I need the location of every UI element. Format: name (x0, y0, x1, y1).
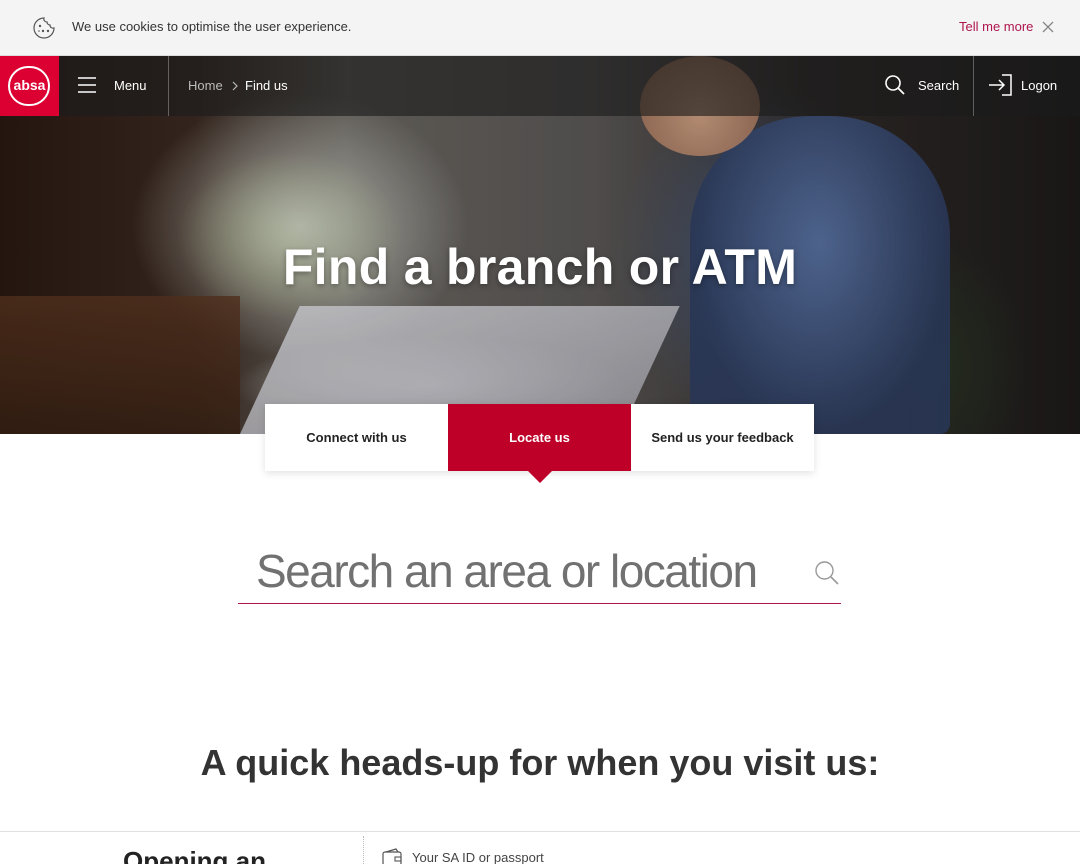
nav-divider (973, 56, 974, 116)
absa-logo[interactable]: absa (0, 56, 59, 116)
tab-label: Connect with us (306, 430, 407, 445)
top-navigation: absa Menu Home Find us Search Logon (0, 56, 1080, 116)
cookie-message: We use cookies to optimise the user expe… (72, 19, 352, 34)
logon-button[interactable]: Logon (988, 74, 1068, 98)
nav-search-button[interactable]: Search (884, 74, 964, 98)
wallet-icon (382, 848, 402, 864)
cookie-icon (33, 17, 55, 39)
opening-heading: Opening an (123, 846, 266, 864)
logon-label: Logon (1021, 78, 1058, 93)
tab-label: Locate us (509, 430, 570, 445)
menu-label: Menu (114, 78, 147, 93)
tab-label: Send us your feedback (651, 430, 794, 445)
breadcrumb-current: Find us (245, 78, 288, 93)
active-tab-pointer (528, 471, 552, 483)
hamburger-icon (78, 77, 96, 93)
logo-text: absa (13, 77, 46, 93)
tab-connect-with-us[interactable]: Connect with us (265, 404, 448, 471)
cookie-bar: We use cookies to optimise the user expe… (0, 0, 1080, 56)
page-title: Find a branch or ATM (282, 239, 798, 295)
section-divider (0, 831, 1080, 832)
tell-me-more-link[interactable]: Tell me more (959, 19, 1033, 34)
dotted-divider (363, 836, 364, 864)
menu-button[interactable]: Menu (78, 74, 158, 98)
search-icon[interactable] (814, 560, 840, 586)
login-icon (989, 74, 1012, 96)
chevron-right-icon (232, 81, 238, 91)
contact-tabs: Connect with us Locate us Send us your f… (265, 404, 814, 471)
requirement-item: Your SA ID or passport (412, 850, 544, 864)
nav-search-label: Search (918, 78, 960, 93)
headsup-title: A quick heads-up for when you visit us: (200, 742, 880, 783)
search-icon (885, 75, 905, 95)
nav-divider (168, 56, 169, 116)
location-search-input[interactable] (238, 540, 798, 602)
breadcrumb-home[interactable]: Home (188, 78, 223, 93)
tab-send-feedback[interactable]: Send us your feedback (631, 404, 814, 471)
tab-locate-us[interactable]: Locate us (448, 404, 631, 471)
close-icon[interactable] (1041, 20, 1055, 34)
location-search (238, 540, 841, 604)
